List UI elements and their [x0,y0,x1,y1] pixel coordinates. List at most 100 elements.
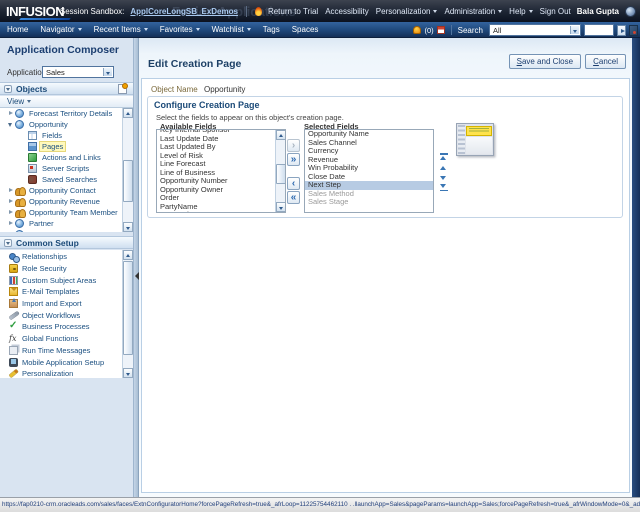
list-item[interactable]: Last Updated By [157,143,275,152]
list-item[interactable]: Mobile Application Setup [0,356,122,368]
list-item[interactable]: Win Probability [305,164,433,173]
search-go-button[interactable] [617,25,626,36]
list-item[interactable]: E-Mail Templates [0,286,122,298]
nav-item[interactable]: Recent Items [94,25,148,34]
list-item[interactable]: PartyUniqueName1 [157,211,275,213]
tree-item[interactable]: Opportunity Team Member [0,207,122,218]
nav-item[interactable]: Home [7,25,28,34]
list-item[interactable]: Sales Stage [305,198,433,207]
objects-panel-header[interactable]: Objects [0,82,133,95]
expand-arrow-icon[interactable] [8,111,13,116]
tree-item[interactable]: Server Scripts [0,163,122,174]
available-fields-list[interactable]: Key Internal SponsorLast Update DateLast… [156,129,286,213]
list-item[interactable]: Role Security [0,263,122,275]
view-menu-button[interactable]: View [7,97,24,106]
list-item[interactable]: Relationships [0,251,122,263]
scroll-down-button[interactable] [123,222,133,232]
scroll-thumb[interactable] [123,160,133,202]
selected-fields-list[interactable]: Opportunity NameSales ChannelCurrencyRev… [304,129,434,213]
list-item[interactable]: Currency [305,147,433,156]
top-link[interactable]: Return to Trial [268,7,318,16]
move-up-icon[interactable] [439,164,448,173]
new-object-icon[interactable] [118,84,127,94]
move-selected-button[interactable]: › [287,139,300,152]
list-item[interactable]: Sales Method [305,190,433,199]
advanced-search-icon[interactable] [629,25,638,36]
search-scope-select[interactable]: All [489,24,581,36]
nav-item[interactable]: Watchlist [212,25,251,34]
tree-item[interactable] [0,229,122,232]
tree-item[interactable]: Opportunity [0,119,122,130]
save-and-close-button[interactable]: Save and Close [509,54,582,69]
move-down-icon[interactable] [439,174,448,183]
list-item[interactable]: Line of Business [157,169,275,178]
list-item[interactable]: Level of Risk [157,152,275,161]
nav-item[interactable]: Spaces [292,25,319,34]
list-item[interactable]: Global Functions [0,333,122,345]
scroll-down-button[interactable] [276,202,286,212]
collapse-chevron-icon[interactable] [4,239,12,247]
collapse-chevron-icon[interactable] [4,85,12,93]
top-link[interactable]: Personalization [376,7,438,16]
collapse-panel-arrow-icon[interactable] [135,272,139,280]
scroll-thumb[interactable] [276,164,286,184]
list-item[interactable]: Next Step [305,181,433,190]
expand-arrow-icon[interactable] [8,199,13,204]
common-setup-panel-header[interactable]: Common Setup [0,236,133,249]
tree-item[interactable]: Opportunity Contact [0,185,122,196]
list-item[interactable]: Close Date [305,173,433,182]
tree-item[interactable]: Fields [0,130,122,141]
expand-arrow-icon[interactable] [8,221,13,226]
remove-selected-button[interactable]: ‹ [287,177,300,190]
list-item[interactable]: Run Time Messages [0,345,122,357]
expand-arrow-icon[interactable] [8,188,13,193]
list-item[interactable]: Sales Channel [305,139,433,148]
nav-item[interactable]: Favorites [160,25,200,34]
tree-item[interactable]: Forecast Territory Details [0,108,122,119]
list-item[interactable]: Last Update Date [157,135,275,144]
move-to-bottom-icon[interactable] [439,183,448,192]
move-to-top-icon[interactable] [439,153,448,162]
list-item[interactable]: Opportunity Owner [157,186,275,195]
list-item[interactable]: Custom Subject Areas [0,274,122,286]
list-item[interactable]: Line Forecast [157,160,275,169]
list-item[interactable]: Object Workflows [0,309,122,321]
scroll-thumb[interactable] [123,261,133,355]
scroll-up-button[interactable] [123,250,133,260]
remove-all-button[interactable]: « [287,191,300,204]
expand-arrow-icon[interactable] [8,122,13,127]
tree-item[interactable]: Actions and Links [0,152,122,163]
notifications-bell-icon[interactable] [413,26,421,34]
list-item[interactable]: Revenue [305,156,433,165]
list-item[interactable]: Opportunity Name [305,130,433,139]
list-item[interactable]: PartyName [157,203,275,212]
tree-item[interactable]: Pages [0,141,122,152]
scrollbar[interactable] [122,108,133,232]
list-item[interactable]: Opportunity Number [157,177,275,186]
top-link[interactable]: Administration [444,7,502,16]
scroll-up-button[interactable] [276,130,286,140]
scrollbar[interactable] [122,250,133,378]
tree-item[interactable]: Saved Searches [0,174,122,185]
expand-arrow-icon[interactable] [8,210,13,215]
cancel-button[interactable]: Cancel [585,54,626,69]
move-all-button[interactable]: » [287,153,300,166]
list-item[interactable]: Import and Export [0,298,122,310]
scroll-down-button[interactable] [123,368,133,378]
list-item[interactable]: Business Processes [0,321,122,333]
search-input[interactable] [584,24,614,36]
list-item[interactable]: Personalization [0,368,122,378]
top-link[interactable]: Sign Out [540,7,571,16]
nav-item[interactable]: Navigator [40,25,81,34]
calendar-icon[interactable] [437,26,445,34]
tree-item[interactable]: Partner [0,218,122,229]
list-item[interactable]: Order [157,194,275,203]
tree-item[interactable]: Opportunity Revenue [0,196,122,207]
globe-icon[interactable] [625,6,636,17]
application-select[interactable]: Sales [42,66,114,78]
scrollbar[interactable] [275,130,285,212]
top-link[interactable]: Help [509,7,532,16]
nav-item[interactable]: Tags [263,25,280,34]
scroll-up-button[interactable] [123,108,133,118]
top-link[interactable]: Accessibility [325,7,369,16]
